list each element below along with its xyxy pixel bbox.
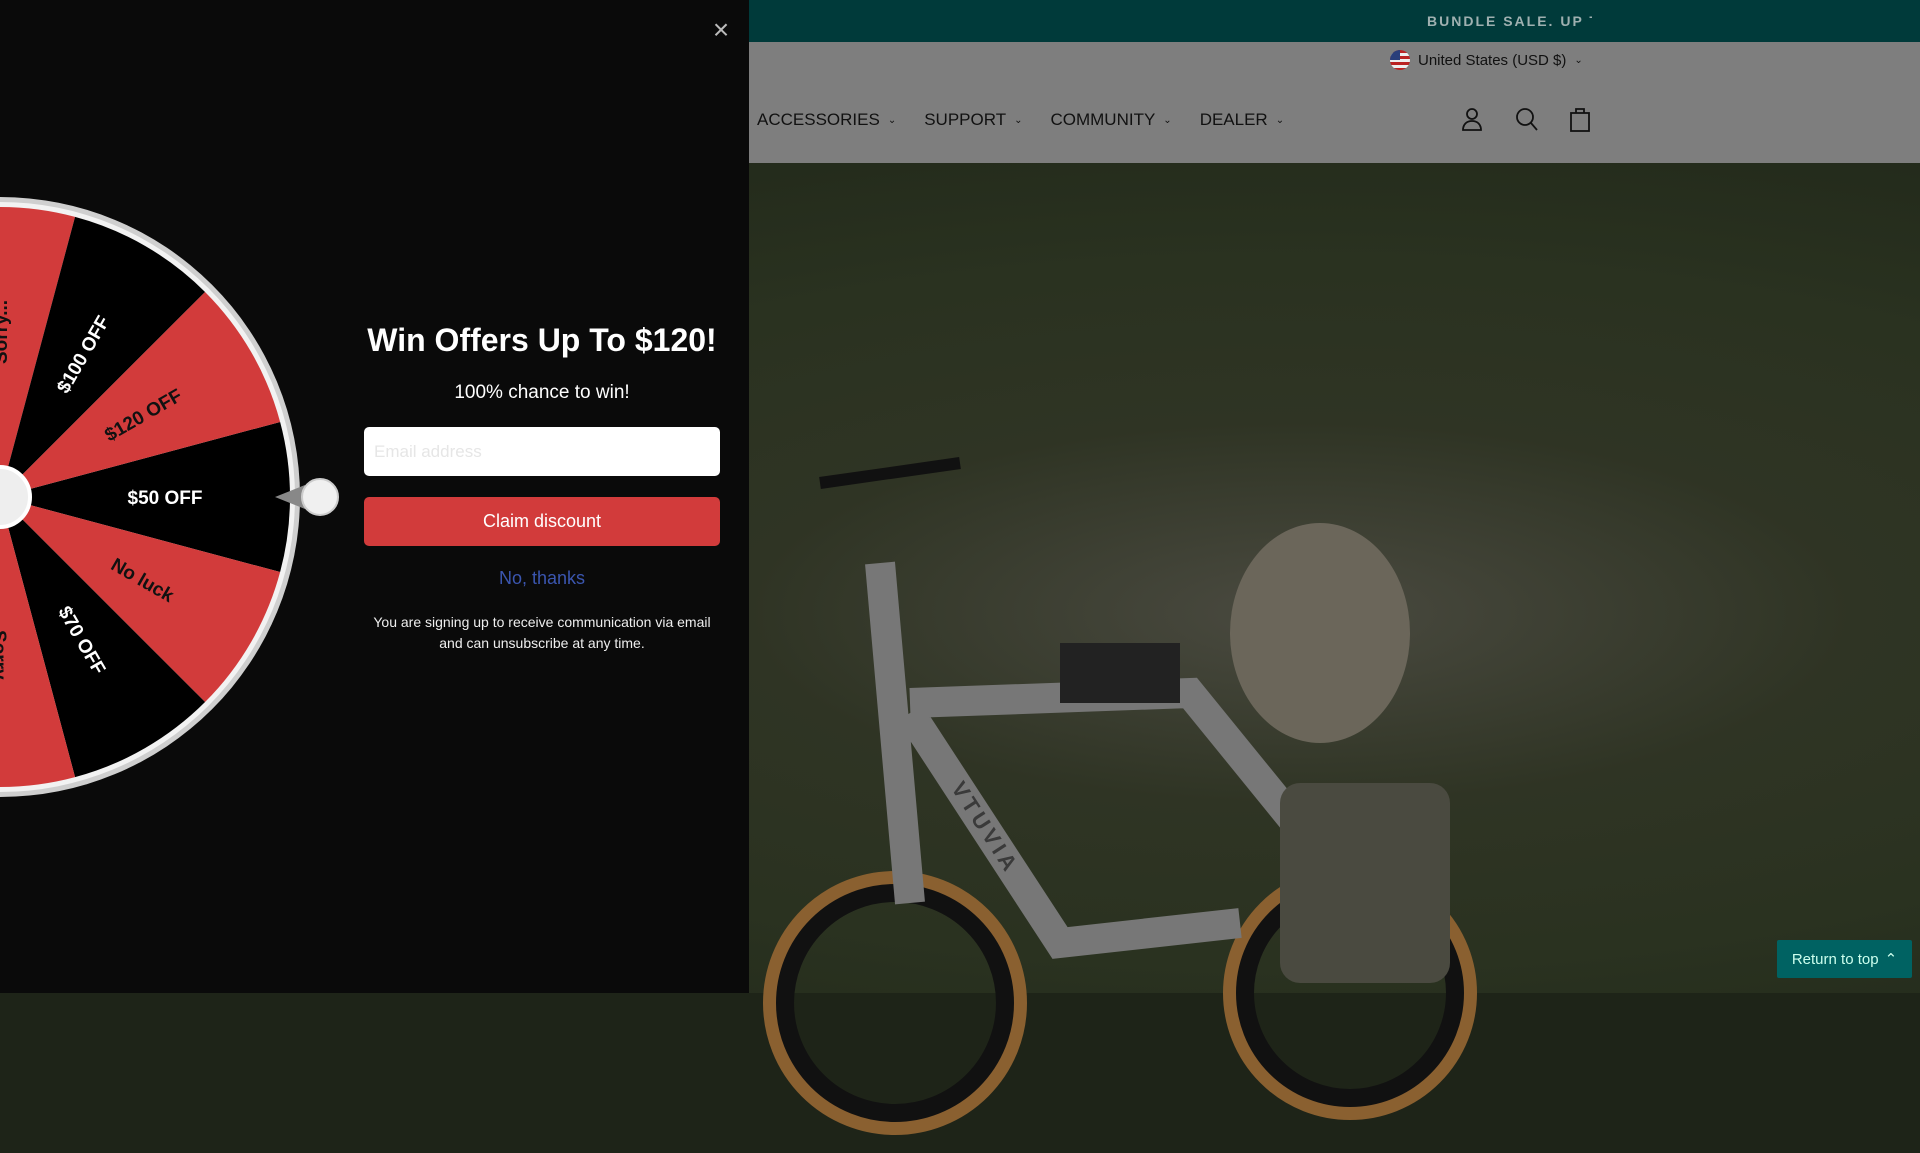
nav-label: DEALER [1199,110,1268,129]
country-selector[interactable]: United States (USD $) ⌄ [1390,50,1583,70]
bike-brand-label: VTUVIA [946,777,1024,878]
prize-wheel: $50 OFFNo luck$70 OFFSorry...Sorry... $10… [0,197,339,797]
cart-icon[interactable] [1568,106,1592,132]
search-icon[interactable] [1514,106,1538,132]
chevron-down-icon: ⌄ [1574,54,1583,66]
nav-dealer[interactable]: DEALER ⌄ [1200,110,1284,130]
no-thanks-link[interactable]: No, thanks [364,568,720,589]
country-label: United States (USD $) [1418,51,1567,69]
chevron-down-icon: ⌄ [1014,114,1023,126]
chevron-down-icon: ⌄ [1275,114,1285,126]
return-to-top-button[interactable]: Return to top ⌃ [1777,940,1912,978]
announcement-text: BUNDLE SALE. UP TO [1427,13,1592,29]
us-flag-icon [1390,50,1410,70]
popup-subtitle: 100% chance to win! [454,382,630,403]
chevron-down-icon: ⌄ [887,114,897,126]
chevron-down-icon: ⌄ [1163,114,1172,126]
wheel-segment-label: $50 OFF [128,488,203,509]
wheel-segment-label: Sorry... [0,630,9,694]
nav-label: ACCESSORIES [757,110,880,129]
chevron-up-icon: ⌃ [1884,951,1898,968]
ebike-image: VTUVIA [763,457,1477,1135]
main-nav: ACCESSORIES ⌄ SUPPORT ⌄ COMMUNITY ⌄ DEALER ⌄ [757,110,1284,130]
nav-support[interactable]: SUPPORT ⌄ [924,110,1022,130]
nav-label: SUPPORT [924,110,1007,129]
close-icon[interactable]: × [708,16,734,44]
return-to-top-label: Return to top [1791,950,1879,968]
nav-label: COMMUNITY [1050,110,1156,129]
account-icon[interactable] [1460,106,1484,132]
wheel-pointer-knob [301,478,339,516]
popup-title: Win Offers Up To $120! [367,322,717,358]
nav-community[interactable]: COMMUNITY ⌄ [1050,110,1171,130]
email-input[interactable] [364,427,720,476]
nav-accessories[interactable]: ACCESSORIES ⌄ [757,110,896,130]
wheel-segment-label: Sorry... [0,300,12,364]
claim-discount-button[interactable]: Claim discount [364,497,720,546]
disclaimer-text: You are signing up to receive communicat… [373,614,711,651]
spin-wheel-popup: × $50 OFF No luck $70 OFF Sorry... Sorry... $… [0,0,749,993]
